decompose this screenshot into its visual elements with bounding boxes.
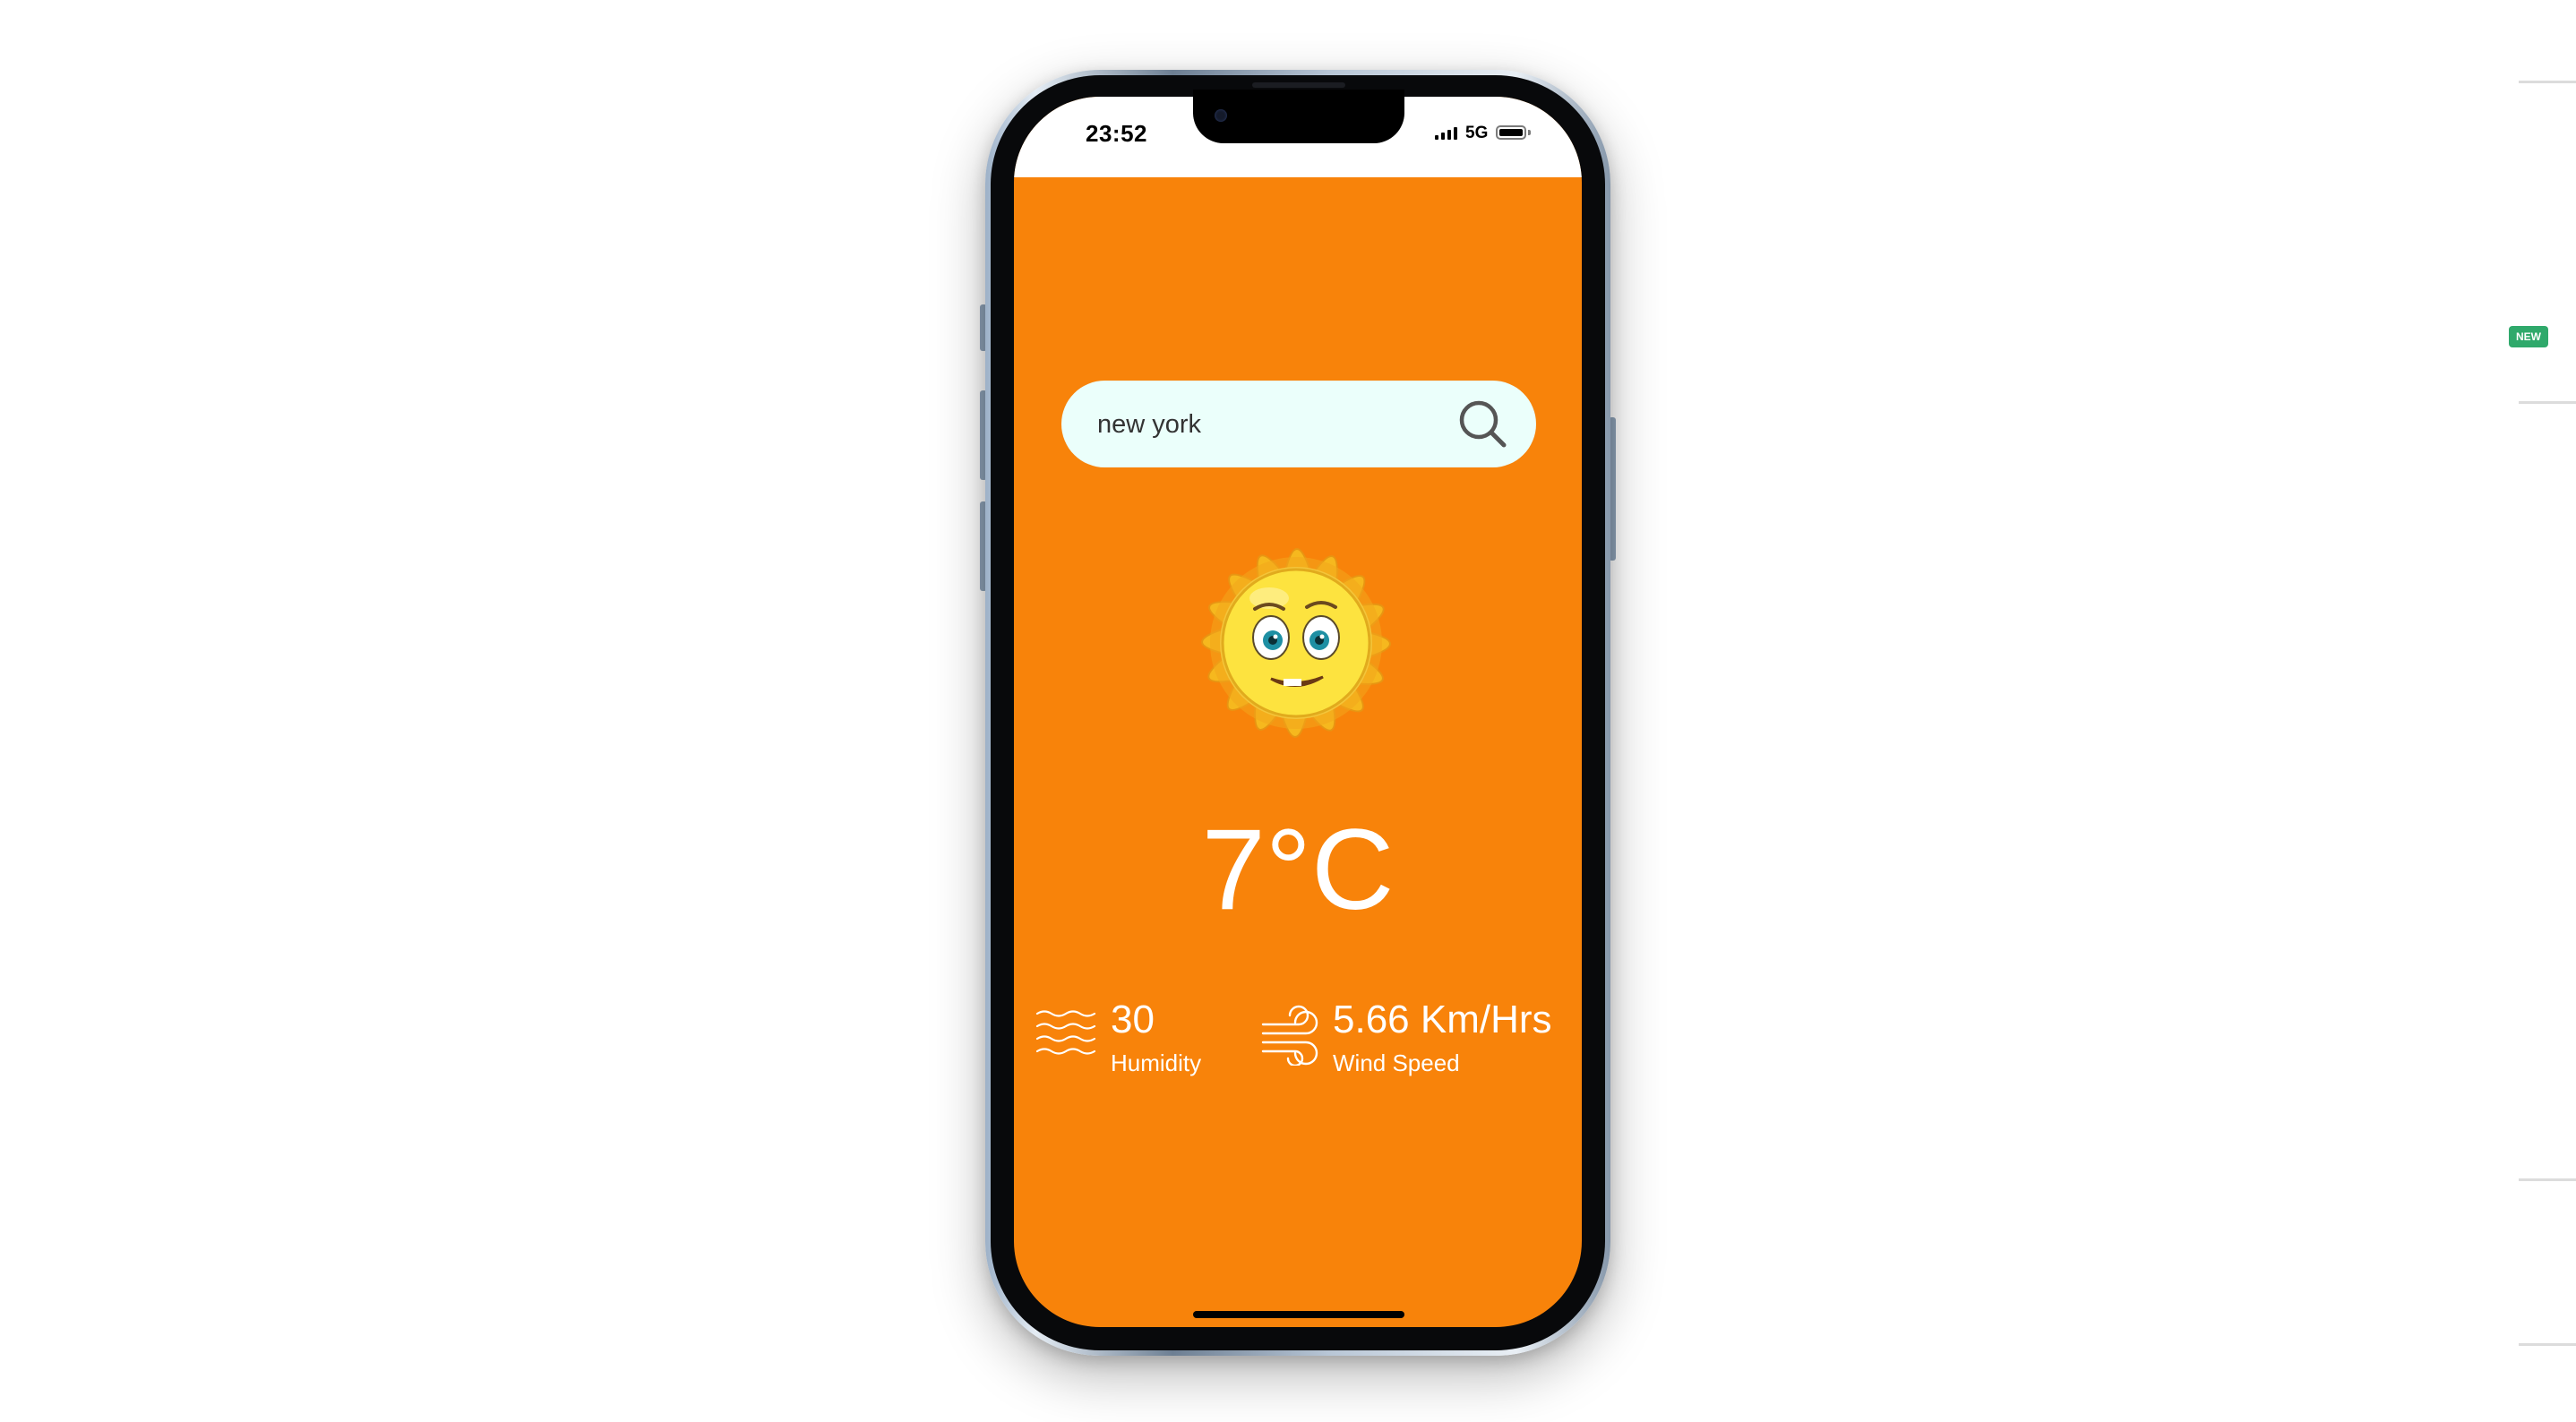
- wind-speed-label: Wind Speed: [1333, 1049, 1460, 1076]
- side-divider: [2519, 1343, 2576, 1346]
- battery-icon: [1496, 125, 1526, 140]
- search-icon[interactable]: [1455, 397, 1509, 450]
- wind-icon: [1261, 1005, 1318, 1066]
- side-divider: [2519, 1178, 2576, 1181]
- network-type: 5G: [1465, 124, 1489, 142]
- earpiece-speaker: [1252, 82, 1345, 88]
- wind-speed-value: 5.66 Km/Hrs: [1333, 998, 1552, 1041]
- side-divider: [2519, 401, 2576, 404]
- home-indicator[interactable]: [1193, 1311, 1404, 1318]
- cellular-signal-icon: [1435, 127, 1457, 140]
- page: NEW 23:52 5G new york 7°C 30 Humidity 5.…: [0, 0, 2576, 1422]
- new-badge: NEW: [2509, 326, 2548, 347]
- search-input[interactable]: [1097, 402, 1455, 447]
- sun-emoji-icon: [1201, 548, 1391, 738]
- humidity-icon: [1035, 1010, 1096, 1055]
- humidity-label: Humidity: [1111, 1049, 1202, 1076]
- front-camera-icon: [1215, 109, 1227, 122]
- humidity-value: 30: [1111, 998, 1155, 1041]
- temperature: 7°C: [1201, 806, 1395, 934]
- battery-tip: [1528, 130, 1531, 135]
- status-time: 23:52: [1086, 120, 1147, 147]
- phone-screen: 23:52 5G new york 7°C 30 Humidity 5.66 K…: [1014, 97, 1582, 1327]
- side-divider: [2519, 81, 2576, 83]
- search-bar: [1061, 381, 1536, 467]
